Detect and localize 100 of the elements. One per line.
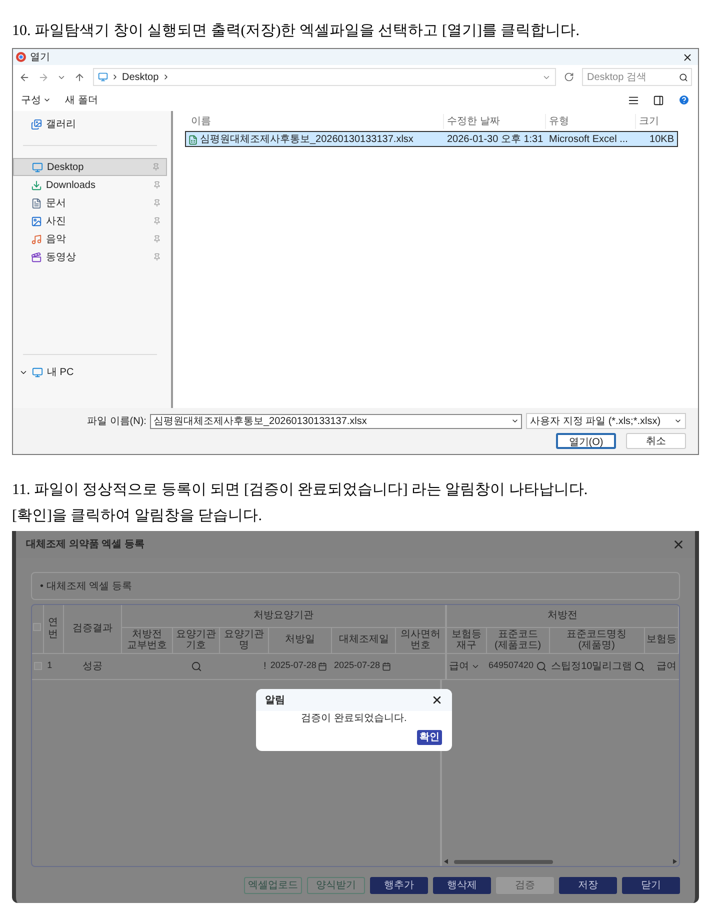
- row-checkbox[interactable]: [34, 662, 42, 670]
- pin-icon: [153, 181, 161, 189]
- table-cell-text: 급여: [656, 660, 676, 674]
- picture-icon: [31, 216, 42, 226]
- search-icon[interactable]: [190, 660, 202, 672]
- address-path[interactable]: Desktop: [122, 70, 159, 84]
- sidebar-item[interactable]: 내 PC: [13, 363, 167, 381]
- column-header: 처방전 교부번호: [122, 627, 172, 653]
- pin-icon: [153, 199, 161, 207]
- action-button[interactable]: 행삭제: [433, 876, 491, 894]
- caret-icon: [43, 96, 51, 104]
- section-header: • 대체조제 엑셀 등록: [31, 572, 680, 600]
- column-header: 표준코드명칭 (제품명): [549, 627, 644, 653]
- sidebar-item[interactable]: 동영상: [13, 248, 167, 266]
- column-header: 보험등재구: [446, 627, 486, 653]
- column-header: 연번: [43, 605, 64, 653]
- instruction-text: 10. 파일탐색기 창이 실행되면 출력(저장)한 엑셀파일을 선택하고 [열기]를 클릭합니다.: [11, 22, 580, 41]
- back-icon[interactable]: [19, 72, 30, 82]
- file-name: 심평원대체조제사후통보_20260130133137.xlsx: [200, 133, 414, 147]
- table-cell-text: 성공: [82, 660, 103, 674]
- pin-icon: [153, 253, 161, 261]
- sidebar-item[interactable]: 문서: [13, 194, 167, 212]
- table-cell-text: 1: [47, 659, 52, 672]
- table-cell-text: 649507420: [488, 659, 534, 672]
- table-cell-text: 2025-07-28: [270, 659, 316, 672]
- dropdown-icon: [674, 417, 682, 425]
- action-button[interactable]: 닫기: [622, 876, 680, 894]
- toolbar-button[interactable]: 새 폴더: [65, 92, 98, 108]
- dropdown-icon: [511, 417, 519, 425]
- file-name-field[interactable]: 심평원대체조제사후통보_20260130133137.xlsx: [150, 414, 522, 428]
- download-icon: [31, 180, 42, 190]
- preview-pane-icon[interactable]: [653, 94, 664, 106]
- video-icon: [31, 252, 42, 262]
- file-name-label: 파일 이름(N):: [87, 414, 146, 428]
- desktop-icon: [32, 162, 43, 172]
- document-icon: [31, 198, 42, 208]
- music-icon: [31, 234, 42, 244]
- search-icon: [679, 72, 688, 82]
- up-icon[interactable]: [74, 72, 85, 82]
- help-icon[interactable]: [678, 94, 690, 106]
- window-title: 열기: [30, 50, 50, 64]
- sidebar-item[interactable]: 사진: [13, 212, 167, 230]
- column-header: 표준코드 (제품코드): [486, 627, 550, 653]
- column-header: 의사면허번호: [396, 627, 446, 653]
- gallery-icon: [31, 118, 42, 130]
- column-header[interactable]: 유형: [545, 114, 635, 128]
- column-header: 처방일: [268, 627, 332, 653]
- app-icon: [16, 52, 26, 62]
- close-icon[interactable]: [431, 694, 443, 706]
- column-group-header: 처방요양기관: [122, 605, 446, 627]
- view-icon[interactable]: [628, 94, 639, 106]
- confirm-button[interactable]: 확인: [417, 730, 442, 745]
- file-date: 2026-01-30 오후 1:31: [446, 133, 544, 147]
- search-field[interactable]: Desktop 검색: [582, 68, 692, 86]
- table-cell-text: 스팁정10밀리그램: [551, 660, 632, 674]
- dialog-button[interactable]: 열기(O): [556, 433, 616, 449]
- column-header[interactable]: 이름: [185, 114, 443, 128]
- file-size: 10KB: [648, 133, 675, 147]
- column-header: 보험등: [644, 627, 678, 653]
- desktop-icon: [98, 72, 108, 82]
- modal-title: 대체조제 의약품 엑셀 등록: [26, 538, 146, 552]
- file-type: Microsoft Excel ...: [548, 133, 629, 147]
- sidebar-item[interactable]: Desktop: [13, 158, 167, 176]
- forward-icon[interactable]: [38, 72, 49, 82]
- file-row[interactable]: 심평원대체조제사후통보_20260130133137.xlsx 2026-01-30 오후 1:31 Microsoft Excel ... 10KB: [185, 131, 678, 147]
- chevron-icon: [111, 73, 119, 81]
- pin-icon: [152, 163, 160, 171]
- computer-icon: [32, 366, 43, 378]
- select-all-checkbox[interactable]: [33, 623, 42, 631]
- column-header: 요양기관명: [220, 627, 268, 653]
- search-icon[interactable]: [536, 660, 547, 672]
- scroll-left-icon[interactable]: [444, 859, 448, 864]
- column-header: 검증결과: [63, 605, 122, 653]
- toolbar-button[interactable]: 구성: [21, 92, 51, 108]
- table-cell-text: 2025-07-28: [334, 659, 380, 672]
- alert-message: 검증이 완료되었습니다.: [300, 712, 408, 726]
- pin-icon: [153, 235, 161, 243]
- sidebar-item[interactable]: Downloads: [13, 176, 167, 194]
- column-header: 요양기관기호: [172, 627, 220, 653]
- table-cell-text: !: [264, 660, 266, 674]
- address-bar[interactable]: Desktop: [93, 68, 556, 86]
- pin-icon: [153, 217, 161, 225]
- column-header[interactable]: 수정한 날짜: [443, 114, 545, 128]
- table-cell-text: 급여: [449, 660, 470, 674]
- calendar-icon[interactable]: [382, 662, 391, 670]
- calendar-icon[interactable]: [318, 662, 328, 670]
- dialog-button[interactable]: 취소: [626, 433, 686, 449]
- sidebar-item[interactable]: 음악: [13, 230, 167, 248]
- column-header[interactable]: 크기: [635, 114, 678, 128]
- search-icon[interactable]: [634, 660, 646, 672]
- file-type-select[interactable]: 사용자 지정 파일 (*.xls;*.xlsx): [526, 413, 686, 429]
- refresh-icon[interactable]: [564, 72, 574, 82]
- horizontal-scrollbar[interactable]: [444, 859, 677, 864]
- action-button[interactable]: 행추가: [370, 876, 428, 894]
- spreadsheet-icon: [188, 134, 198, 144]
- action-button[interactable]: 저장: [559, 876, 617, 894]
- close-icon[interactable]: [682, 52, 693, 62]
- sidebar-item[interactable]: 갤러리: [13, 115, 167, 133]
- scroll-right-icon[interactable]: [673, 859, 677, 864]
- alert-title: 알림: [265, 694, 286, 708]
